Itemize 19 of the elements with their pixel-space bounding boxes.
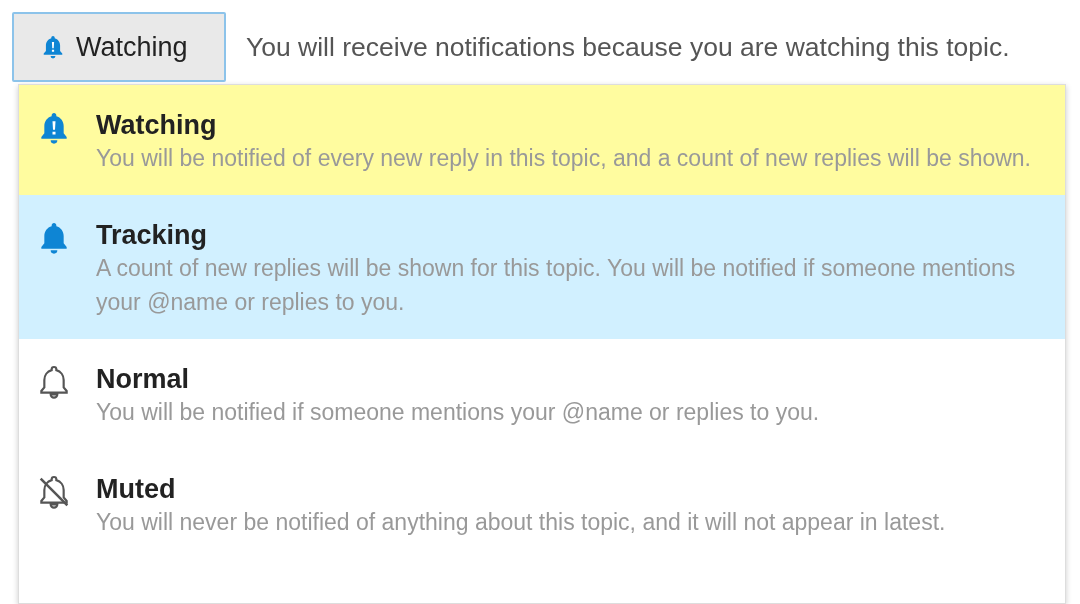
- bell-exclamation-icon: [39, 111, 69, 145]
- item-title: Watching: [96, 109, 218, 141]
- item-description: You will be notified of every new reply in this topic, and a count of new replies will be shown.: [96, 144, 1032, 173]
- menu-item[interactable]: Normal You will be notified if someone mentions your @name or replies to you.: [19, 339, 1065, 449]
- menu-item[interactable]: Tracking A count of new replies will be shown for this topic. You will be notified if someone mentions your @name or replies to you.: [19, 195, 1065, 339]
- status-text: You will receive notifications because you are watching this topic.: [246, 31, 1010, 63]
- bell-slash-icon: [39, 475, 69, 509]
- notification-button[interactable]: Watching: [12, 12, 226, 82]
- item-description: You will be notified if someone mentions your @name or replies to you.: [96, 398, 821, 427]
- item-title: Tracking: [96, 219, 209, 251]
- item-description: You will never be notified of anything about this topic, and it will not appear in latest.: [96, 508, 947, 537]
- menu-item[interactable]: Watching You will be notified of every new reply in this topic, and a count of new replies will be shown.: [19, 85, 1065, 195]
- bell-outline-icon: [39, 365, 69, 399]
- bell-icon: [39, 221, 69, 255]
- item-description: A count of new replies will be shown for this topic. You will be notified if someone mentions your @name or replies to you.: [96, 254, 1017, 317]
- item-title: Normal: [96, 363, 191, 395]
- item-title: Muted: [96, 473, 177, 505]
- menu-item[interactable]: Muted You will never be notified of anything about this topic, and it will not appear in latest.: [19, 449, 1065, 559]
- bell-exclamation-icon: [42, 34, 64, 60]
